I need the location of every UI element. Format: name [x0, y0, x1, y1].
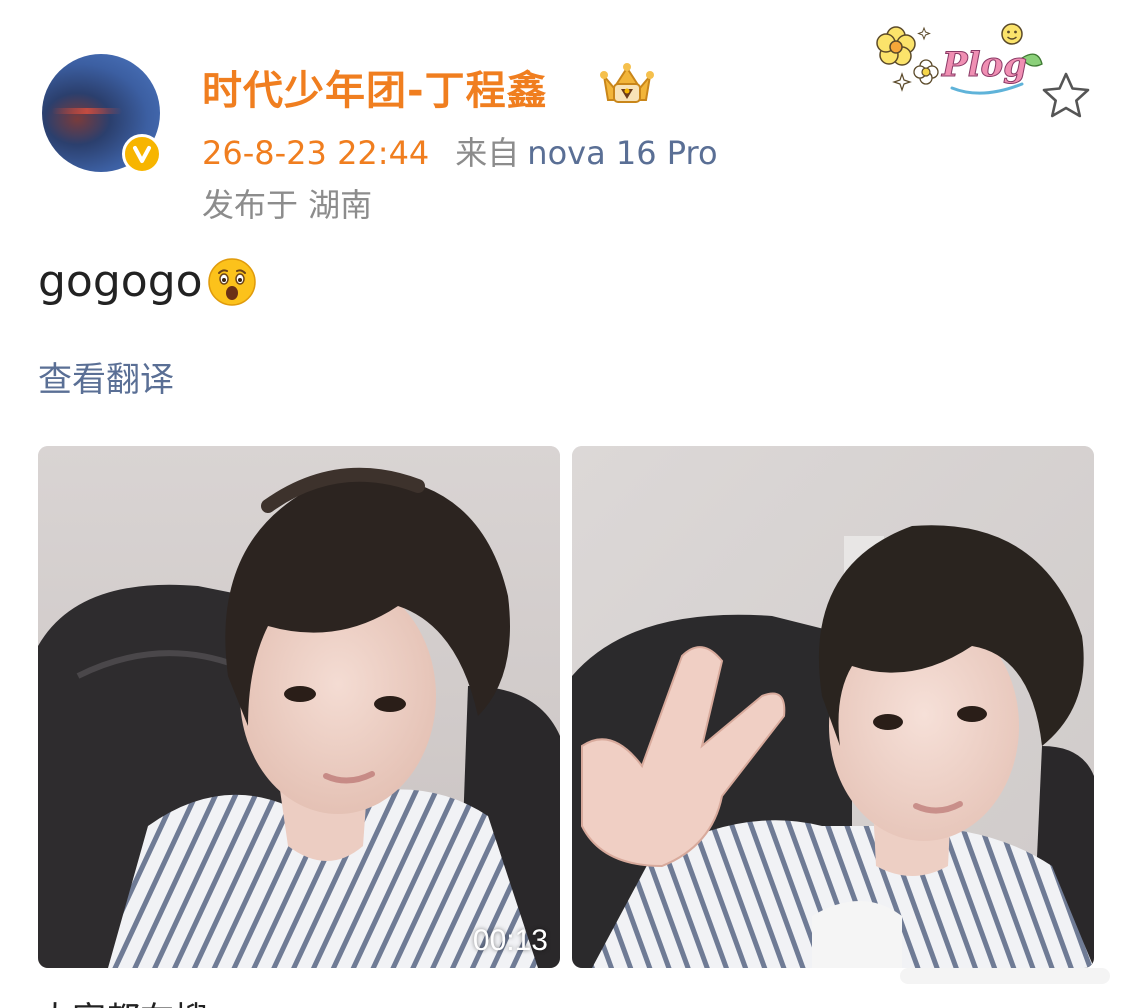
video-duration: 00:13 — [472, 924, 548, 957]
plog-sticker: Plog — [876, 23, 1043, 95]
media-video-thumbnail[interactable]: 00:13 — [38, 446, 560, 968]
peace-sign-selfie-photo — [572, 446, 1094, 968]
post-meta: 26-8-23 22:44 来自 nova 16 Pro — [202, 128, 718, 174]
selfie-photo — [38, 446, 560, 968]
author-avatar[interactable] — [42, 54, 162, 174]
vip-verified-icon — [122, 134, 162, 174]
crown-medal-icon — [600, 63, 654, 103]
source-prefix: 来自 — [455, 134, 520, 172]
device-name[interactable]: nova 16 Pro — [527, 134, 717, 172]
star-outline-icon[interactable] — [1040, 70, 1092, 122]
post-text: gogogo — [38, 256, 203, 307]
truncated-next-line: 大家都在搜 — [38, 992, 208, 1008]
view-translation-link[interactable]: 查看翻译 — [38, 352, 174, 401]
post-timestamp: 26-8-23 22:44 — [202, 134, 430, 172]
media-image-thumbnail[interactable] — [572, 446, 1094, 968]
author-name[interactable]: 时代少年团-丁程鑫 — [202, 58, 548, 116]
weibo-post: 时代少年团-丁程鑫 26-8-23 22:44 来自 nova 16 Pro 发布于… — [0, 0, 1132, 1008]
plog-sticker-text: Plog — [941, 45, 1027, 85]
surprised-face-emoji — [207, 257, 256, 306]
post-content: gogogo — [38, 256, 257, 307]
post-location: 发布于 湖南 — [202, 186, 373, 224]
watermark — [900, 968, 1110, 984]
